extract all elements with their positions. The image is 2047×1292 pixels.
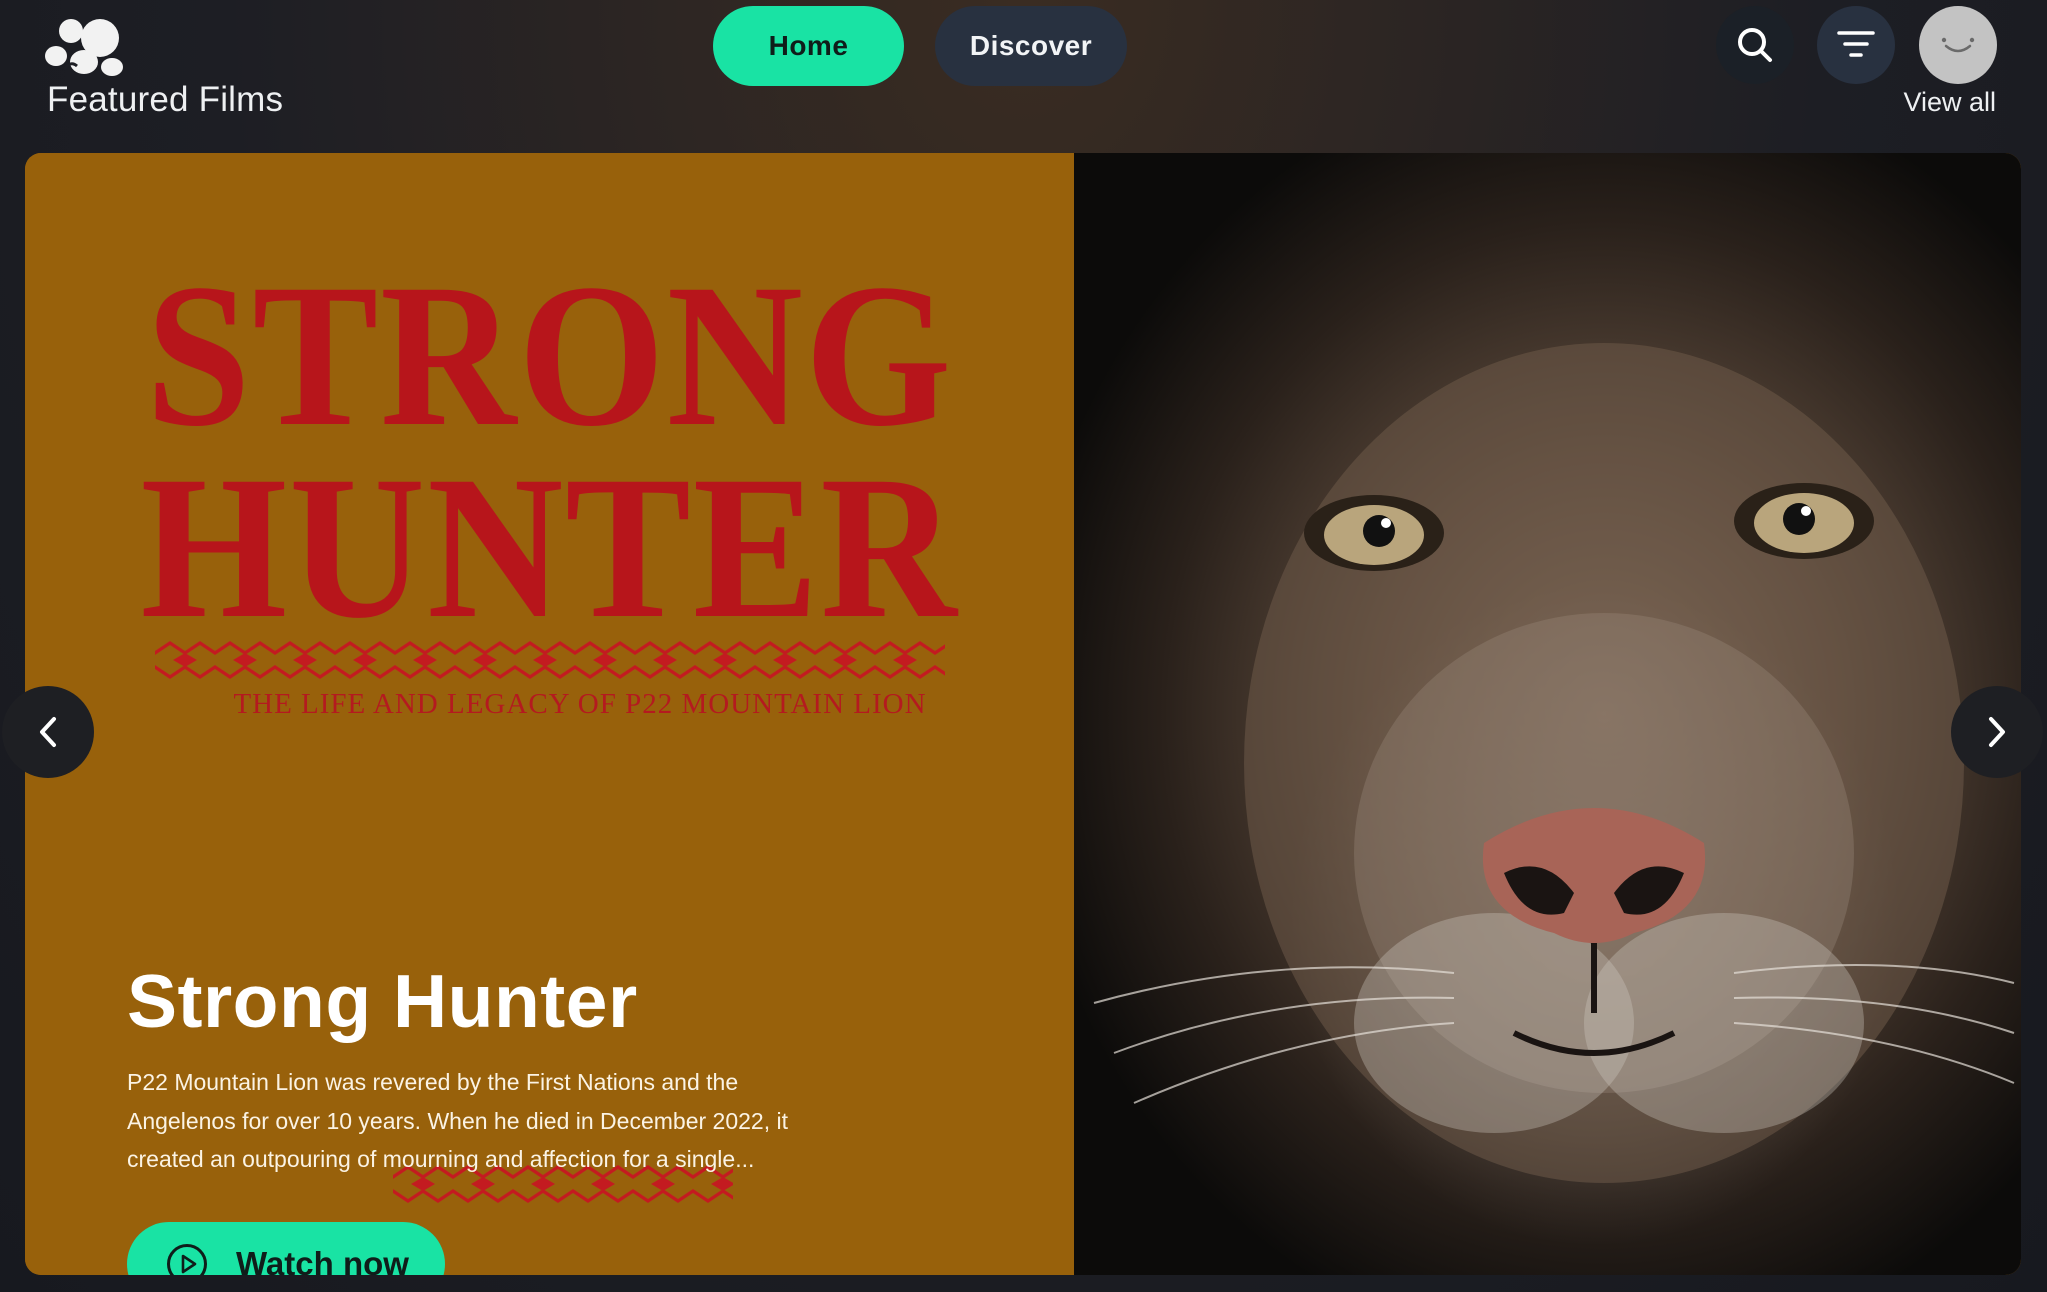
poster-subtitle: THE LIFE AND LEGACY OF P22 MOUNTAIN LION <box>233 688 927 720</box>
main-nav: Home Discover <box>713 6 1127 86</box>
user-avatar[interactable] <box>1919 6 1997 84</box>
film-description: P22 Mountain Lion was revered by the Fir… <box>127 1069 788 1172</box>
poster-title-line2: HUNTER <box>140 434 959 661</box>
chevron-left-icon <box>40 717 56 747</box>
watch-now-button[interactable]: Watch now <box>127 1222 445 1275</box>
mountain-lion-photo <box>1074 153 2021 1275</box>
filter-button[interactable] <box>1817 6 1895 84</box>
poster-title-line1: STRONG <box>145 242 954 469</box>
chevron-right-icon <box>1989 717 2005 747</box>
brand-logo-icon[interactable] <box>44 12 128 82</box>
film-poster-art: STRONG HUNTER THE LIFE AND LEGACY OF P22… <box>25 153 1074 1275</box>
play-icon <box>167 1244 207 1275</box>
watch-now-label: Watch now <box>236 1245 409 1275</box>
search-button[interactable] <box>1716 6 1794 84</box>
section-title: Featured Films <box>47 80 284 119</box>
search-icon <box>1738 28 1772 62</box>
featured-film-card: STRONG HUNTER THE LIFE AND LEGACY OF P22… <box>25 153 2021 1275</box>
nav-discover-button[interactable]: Discover <box>935 6 1127 86</box>
nav-home-button[interactable]: Home <box>713 6 904 86</box>
view-all-link[interactable]: View all <box>1903 87 1996 118</box>
smiley-face-icon <box>1941 37 1975 53</box>
carousel-next-button[interactable] <box>1951 686 2043 778</box>
filter-icon <box>1837 31 1875 57</box>
film-title: Strong Hunter <box>127 959 638 1043</box>
carousel-prev-button[interactable] <box>2 686 94 778</box>
mountain-lion-face-icon <box>1093 343 2015 1183</box>
poster-pattern-top-icon <box>155 637 945 683</box>
